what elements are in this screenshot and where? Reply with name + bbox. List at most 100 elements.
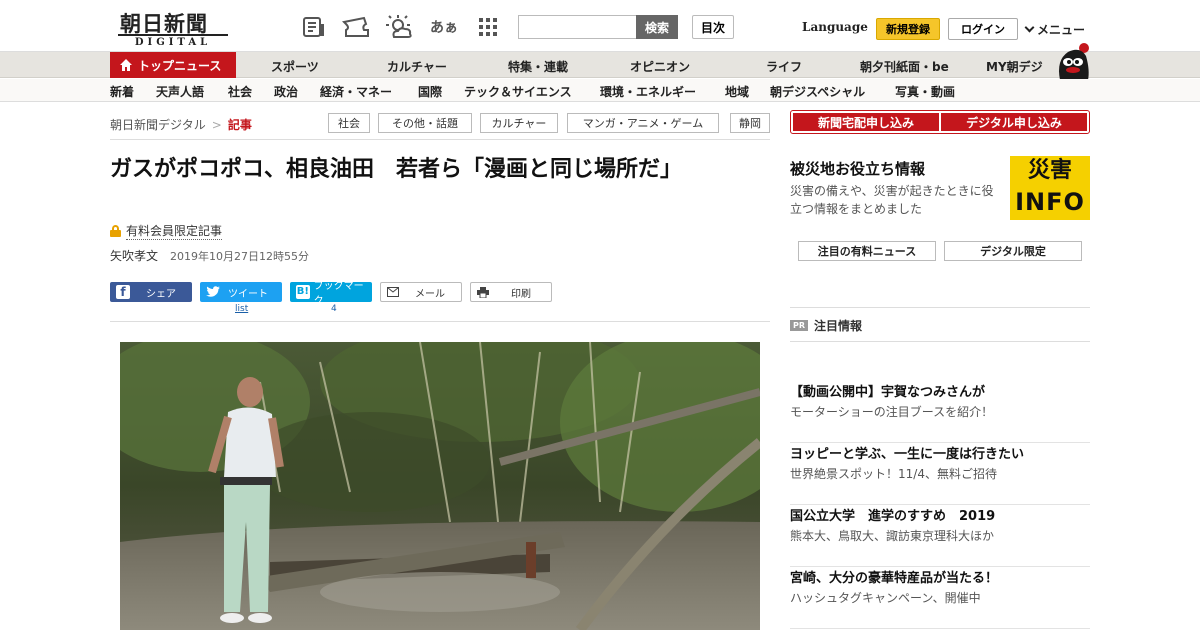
digital-only-button[interactable]: デジタル限定 [944, 241, 1082, 261]
subnav-item-tenseijingo[interactable]: 天声人語 [156, 83, 204, 100]
info-banner-bottom: INFO [1015, 188, 1085, 216]
article-photo[interactable] [120, 342, 760, 630]
twitter-icon [206, 286, 220, 297]
subnav-item-society[interactable]: 社会 [228, 83, 252, 100]
nav-item-culture[interactable]: カルチャー [387, 58, 447, 75]
nav-item-features[interactable]: 特集・連載 [508, 58, 568, 75]
twitter-count[interactable]: list [235, 304, 248, 314]
mail-label: メール [415, 288, 445, 300]
disaster-info-banner[interactable]: 災害 INFO [1010, 156, 1090, 220]
hatena-bookmark-button[interactable]: B! ブックマーク [290, 281, 372, 307]
paid-member-notice: 有料会員限定記事 [110, 222, 223, 240]
menu-button[interactable]: メニュー [1024, 21, 1086, 38]
pr-item[interactable]: 国公立大学 進学のすすめ 2019 熊本大、鳥取大、諏訪東京理科大ほか [790, 505, 1090, 567]
chevron-down-icon [1024, 22, 1035, 33]
pr-item-subtitle: モーターショーの注目ブースを紹介！ [790, 405, 994, 419]
print-label: 印刷 [511, 288, 531, 300]
pr-section-title: 注目情報 [814, 319, 863, 333]
search-button[interactable]: 検索 [636, 15, 678, 39]
home-icon [120, 59, 132, 71]
mail-button[interactable]: メール [380, 282, 462, 302]
signup-button[interactable]: 新規登録 [876, 18, 940, 40]
subscribe-buttons: 新聞宅配申し込み デジタル申し込み [790, 110, 1090, 134]
pr-badge: PR [790, 320, 809, 331]
article-headline: ガスがポコポコ、相良油田 若者ら「漫画と同じ場所だ」 [110, 157, 683, 182]
breadcrumb: 朝日新聞デジタル > 記事 [110, 116, 252, 133]
nav-item-opinion[interactable]: オピニオン [630, 58, 690, 75]
hatena-bookmark-label: ブックマーク [313, 281, 364, 307]
subnav-item-special[interactable]: 朝デジスペシャル [770, 83, 865, 100]
nav-item-my-asadigi[interactable]: MY朝デジ [986, 58, 1043, 75]
byline: 矢吹孝文 2019年10月27日12時55分 [110, 247, 309, 264]
disaster-info-title[interactable]: 被災地お役立ち情報 [790, 158, 925, 179]
subnav-item-region[interactable]: 地域 [725, 83, 749, 100]
paid-news-button[interactable]: 注目の有料ニュース [798, 241, 936, 261]
hatena-count[interactable]: 4 [331, 304, 337, 314]
pr-item-title: 宮崎、大分の豪華特産品が当たる！ [790, 571, 999, 586]
font-size-icon[interactable]: あぁ [430, 14, 458, 40]
weather-icon[interactable] [386, 14, 414, 40]
pr-item[interactable]: 【動画公開中】宇賀なつみさんが モーターショーの注目ブースを紹介！ [790, 381, 1090, 443]
forest-scene-image [120, 342, 760, 630]
tag-culture[interactable]: カルチャー [480, 113, 558, 133]
menu-label: メニュー [1037, 23, 1086, 37]
facebook-share-label: シェア [146, 288, 176, 300]
divider [790, 307, 1090, 308]
breadcrumb-home[interactable]: 朝日新聞デジタル [110, 118, 206, 132]
author: 矢吹孝文 [110, 249, 159, 263]
pr-section-header: PR 注目情報 [790, 317, 862, 334]
divider [790, 341, 1090, 342]
pr-item-subtitle: ハッシュタグキャンペーン、開催中 [790, 591, 981, 605]
paid-member-label[interactable]: 有料会員限定記事 [126, 222, 223, 240]
tag-misc[interactable]: その他・話題 [378, 113, 472, 133]
site-logo[interactable]: 朝日新聞 DIGITAL [114, 6, 230, 48]
search-input[interactable] [518, 15, 638, 39]
subscribe-digital-button[interactable]: デジタル申し込み [941, 113, 1087, 131]
twitter-share-button[interactable]: ツイート [200, 282, 282, 302]
info-banner-top: 災害 [1027, 158, 1072, 183]
pr-item[interactable]: 宮崎、大分の豪華特産品が当たる！ ハッシュタグキャンペーン、開催中 [790, 567, 1090, 629]
print-button[interactable]: 印刷 [470, 282, 552, 302]
pr-item-subtitle: 熊本大、鳥取大、諏訪東京理科大ほか [790, 529, 995, 543]
divider [110, 139, 770, 140]
newspaper-icon[interactable] [300, 14, 328, 40]
publish-date: 2019年10月27日12時55分 [170, 250, 309, 263]
disaster-info-description: 災害の備えや、災害が起きたときに役立つ情報をまとめました [790, 184, 994, 216]
nav-top-news[interactable]: トップニュース [110, 52, 236, 78]
toc-button[interactable]: 目次 [692, 15, 734, 39]
subnav-item-economy[interactable]: 経済・マネー [320, 83, 392, 100]
subnav-item-new[interactable]: 新着 [110, 83, 134, 100]
subnav-item-photo[interactable]: 写真・動画 [895, 83, 955, 100]
tag-society[interactable]: 社会 [328, 113, 370, 133]
subnav-item-politics[interactable]: 政治 [274, 83, 298, 100]
print-icon [477, 286, 489, 298]
nav-item-life[interactable]: ライフ [766, 58, 802, 75]
lock-icon [110, 225, 121, 237]
sub-nav: 新着 天声人語 社会 政治 経済・マネー 国際 テック＆サイエンス 環境・エネル… [0, 79, 1200, 102]
grid-icon[interactable] [474, 14, 502, 40]
nav-top-label: トップニュース [138, 58, 222, 73]
divider [110, 321, 770, 322]
pr-item-subtitle: 世界絶景スポット！11/4、無料ご招待 [790, 467, 997, 481]
breadcrumb-separator: > [211, 118, 222, 132]
mail-icon [387, 287, 399, 297]
login-button[interactable]: ログイン [948, 18, 1018, 40]
subnav-item-international[interactable]: 国際 [418, 83, 442, 100]
facebook-share-button[interactable]: f シェア [110, 282, 192, 302]
tag-manga[interactable]: マンガ・アニメ・ゲーム [567, 113, 719, 133]
subnav-item-tech[interactable]: テック＆サイエンス [464, 83, 572, 100]
ticket-icon[interactable] [342, 14, 370, 40]
breadcrumb-current: 記事 [227, 118, 252, 132]
mascot-icon [1059, 43, 1089, 80]
subnav-item-environment[interactable]: 環境・エネルギー [600, 83, 696, 100]
pr-item-title: ヨッピーと学ぶ、一生に一度は行きたい [790, 447, 1025, 462]
nav-item-papers[interactable]: 朝夕刊紙面・be [860, 58, 949, 75]
site-header: 朝日新聞 DIGITAL あぁ 検索 目次 Language 新規登録 ログイン… [0, 0, 1200, 52]
pr-item[interactable]: ヨッピーと学ぶ、一生に一度は行きたい 世界絶景スポット！11/4、無料ご招待 [790, 443, 1090, 505]
language-link[interactable]: Language [802, 20, 868, 34]
nav-item-sports[interactable]: スポーツ [271, 58, 319, 75]
logo-sub-text: DIGITAL [118, 34, 228, 48]
tag-shizuoka[interactable]: 静岡 [730, 113, 770, 133]
subscribe-paper-button[interactable]: 新聞宅配申し込み [793, 113, 939, 131]
hatena-icon: B! [296, 285, 310, 299]
